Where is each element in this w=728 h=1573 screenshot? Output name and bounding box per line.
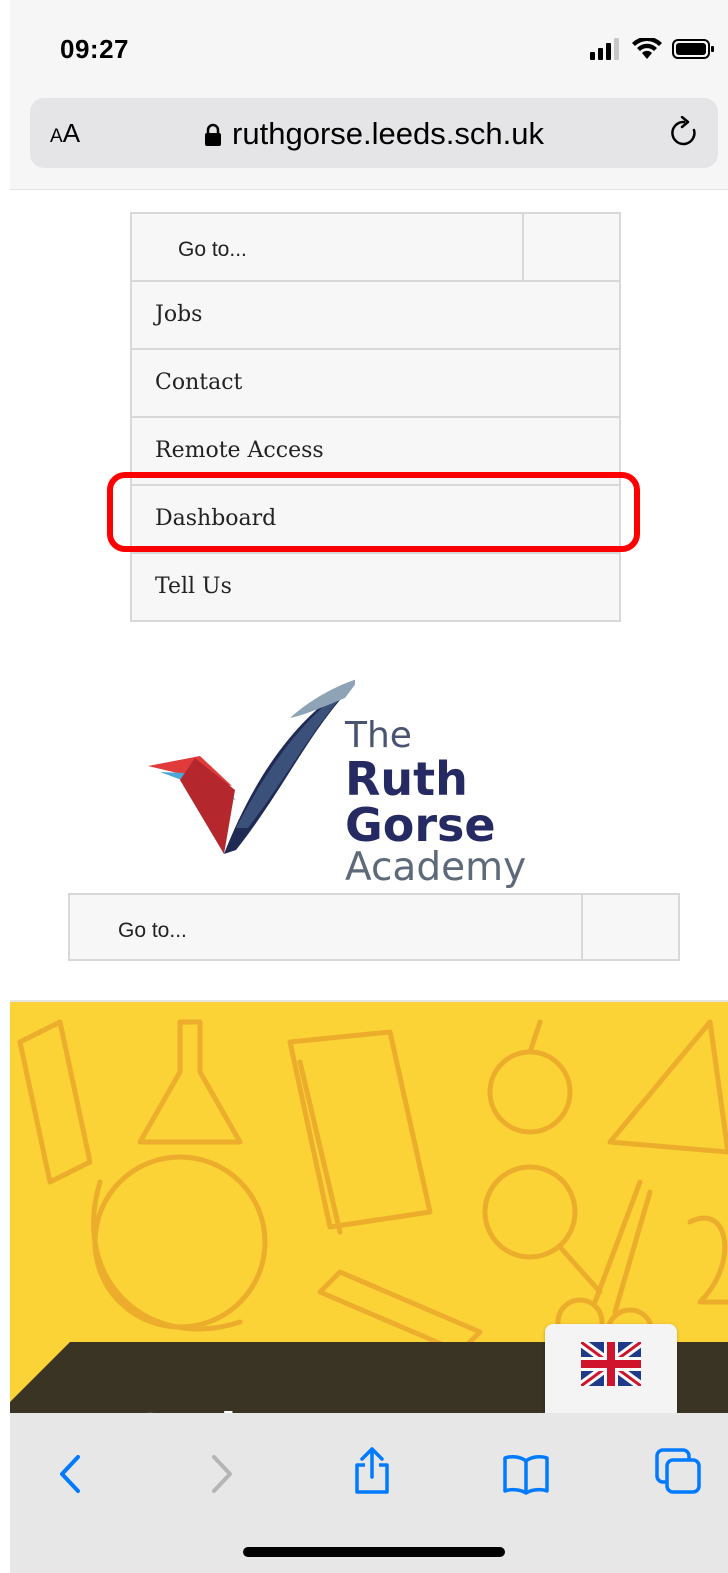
logo-swoosh-icon (148, 679, 355, 854)
address-bar-area: AA ruthgorse.leeds.sch.uk (10, 94, 728, 190)
status-icons (590, 38, 716, 60)
cellular-signal-icon (590, 38, 619, 60)
school-logo: The Ruth Gorse Academy (140, 678, 610, 887)
menu-item-remote-access[interactable]: Remote Access (132, 418, 619, 486)
forward-icon[interactable] (208, 1453, 236, 1495)
browser-viewport: 09:27 AA ruthgorse.leeds.sch.uk Go to...… (10, 0, 728, 1573)
url-display[interactable]: ruthgorse.leeds.sch.uk (30, 116, 718, 152)
menu-toggle-button[interactable] (522, 214, 619, 280)
language-selector[interactable] (545, 1324, 677, 1424)
home-indicator[interactable] (243, 1547, 505, 1557)
goto-label: Go to... (178, 238, 247, 261)
secondary-menu-toggle-button[interactable] (581, 895, 678, 959)
battery-icon (672, 39, 714, 59)
url-text: ruthgorse.leeds.sch.uk (232, 116, 544, 151)
menu-header[interactable]: Go to... (132, 214, 619, 282)
lock-icon (205, 123, 222, 146)
goto-label-secondary: Go to... (118, 919, 187, 942)
status-bar: 09:27 (10, 0, 728, 94)
logo-wordmark: The Ruth Gorse Academy (345, 715, 527, 890)
address-bar[interactable]: AA ruthgorse.leeds.sch.uk (30, 98, 718, 168)
menu-item-dashboard[interactable]: Dashboard (132, 486, 619, 554)
status-time: 09:27 (60, 34, 129, 64)
reload-icon[interactable] (668, 116, 700, 150)
tabs-icon[interactable] (654, 1447, 704, 1497)
wifi-icon (632, 38, 662, 59)
menu-item-contact[interactable]: Contact (132, 350, 619, 418)
bookmarks-icon[interactable] (502, 1453, 550, 1495)
menu-item-tell-us[interactable]: Tell Us (132, 554, 619, 620)
menu-item-jobs[interactable]: Jobs (132, 282, 619, 350)
secondary-menu[interactable]: Go to... (68, 893, 680, 961)
back-icon[interactable] (56, 1453, 84, 1495)
navigation-menu: Go to... Jobs Contact Remote Access Dash… (130, 212, 621, 622)
share-icon[interactable] (352, 1445, 392, 1495)
uk-flag-icon (581, 1342, 641, 1386)
